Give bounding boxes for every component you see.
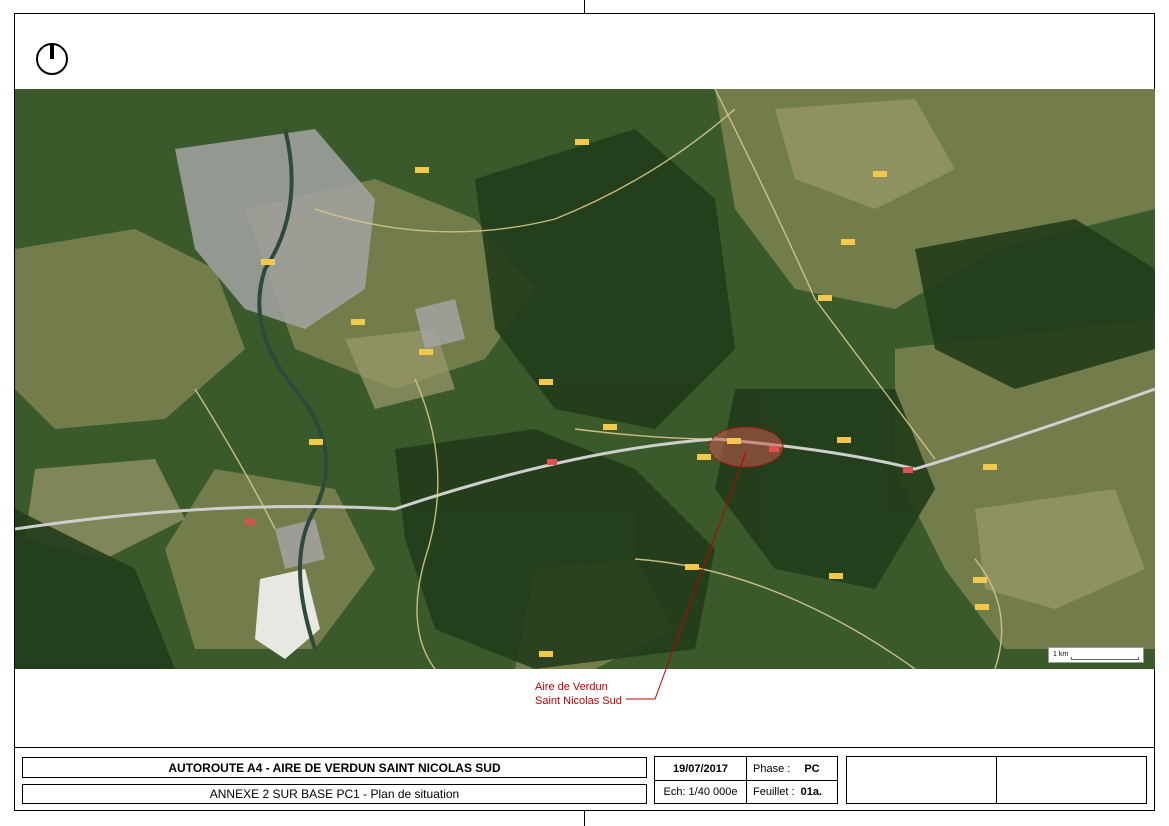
scale-bar-label: 1 km [1053, 651, 1069, 658]
sheet-number-value: 01a. [800, 786, 822, 798]
project-title: AUTOROUTE A4 - AIRE DE VERDUN SAINT NICO… [22, 757, 647, 778]
phase-cell: Phase : PC [746, 756, 838, 781]
sheet-subtitle: ANNEXE 2 SUR BASE PC1 - Plan de situatio… [22, 784, 647, 804]
phase-label: Phase : [753, 762, 791, 775]
callout-line-2: Saint Nicolas Sud [535, 695, 622, 707]
scale-cell: Ech: 1/40 000e [654, 780, 747, 804]
blank-cell-2 [996, 756, 1147, 804]
scale-bar-graphic [1071, 657, 1139, 660]
scale-bar: 1 km [1048, 647, 1144, 663]
title-block-separator [14, 747, 1155, 748]
sheet-number-cell: Feuillet : 01a. [746, 780, 838, 804]
service-area-callout: Aire de Verdun Saint Nicolas Sud [535, 680, 622, 708]
callout-line-1: Aire de Verdun [535, 681, 608, 693]
phase-value: PC [804, 762, 820, 775]
date-cell: 19/07/2017 [654, 756, 747, 781]
blank-cell-1 [846, 756, 997, 804]
sheet-number-label: Feuillet : [753, 786, 795, 798]
